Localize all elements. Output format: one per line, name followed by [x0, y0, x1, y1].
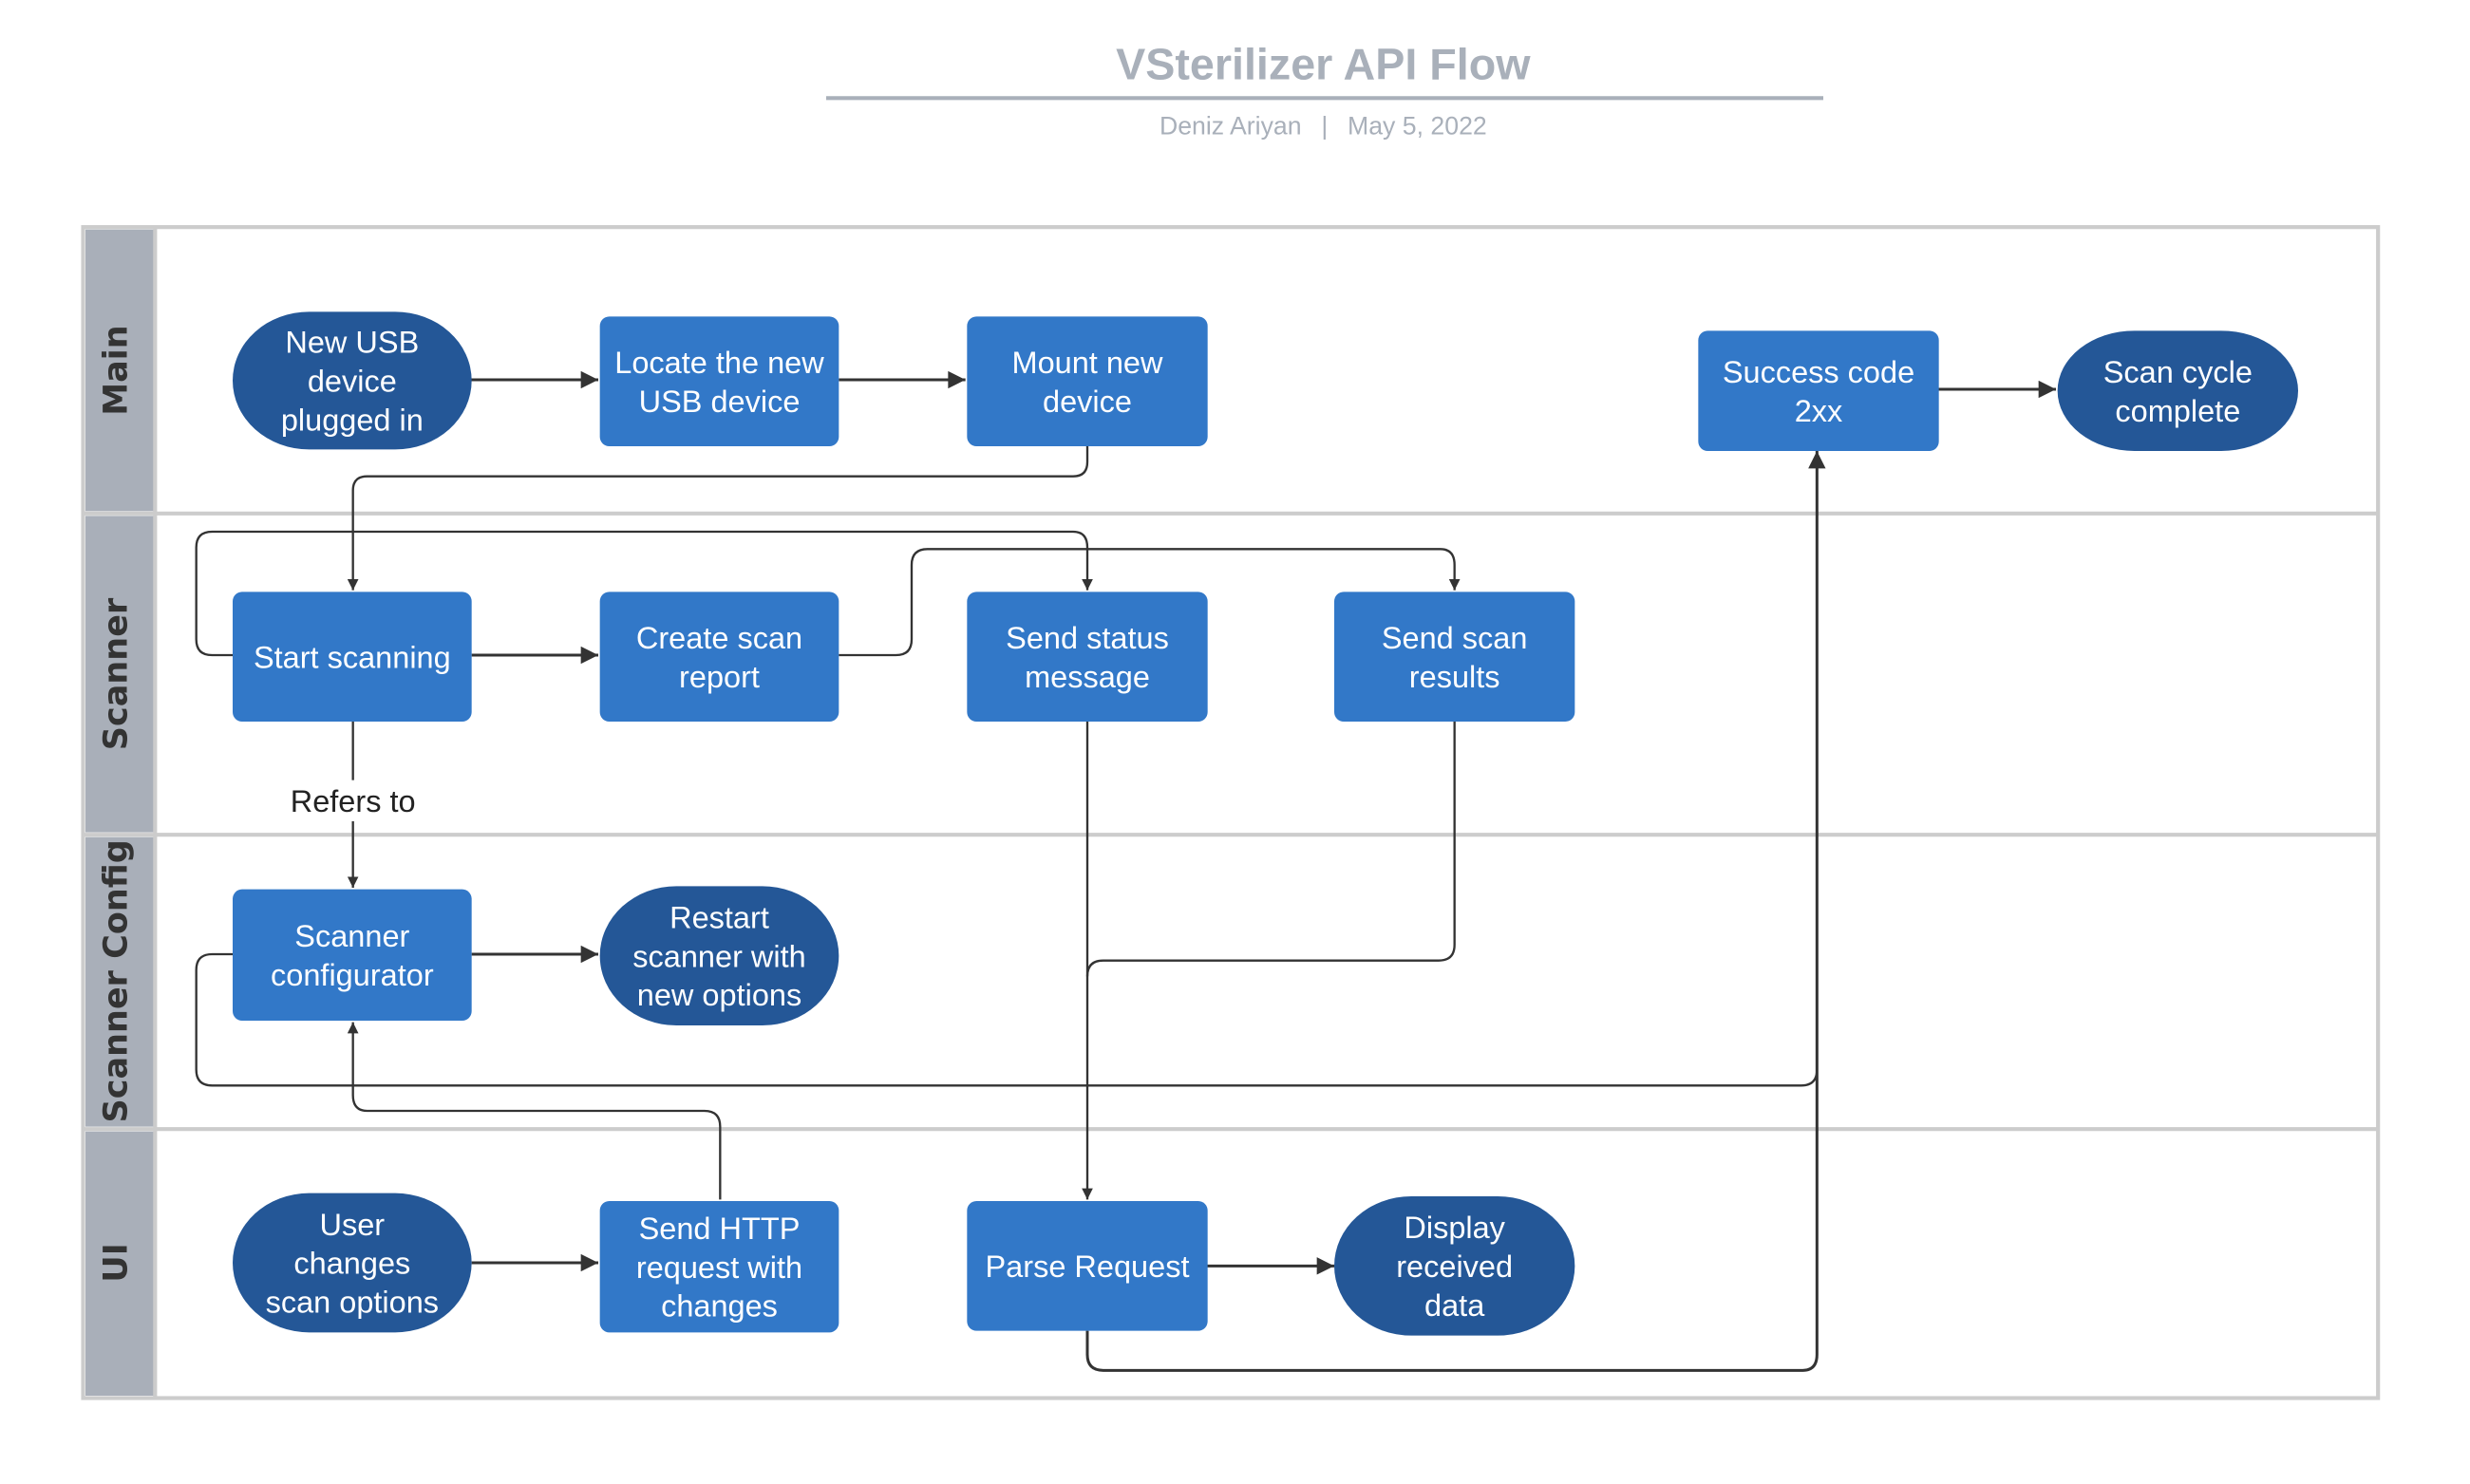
process-shape[interactable]: [233, 889, 472, 1021]
node-label-line: changes: [293, 1247, 410, 1281]
process-shape[interactable]: [1334, 592, 1575, 722]
node-label-line: Restart: [669, 901, 769, 935]
process-shape[interactable]: [599, 316, 839, 446]
edge-send-http-to-configurator[interactable]: [347, 1022, 722, 1200]
node-label-line: Create scan: [636, 621, 802, 655]
node-label-line: scan options: [266, 1286, 439, 1320]
node-label-line: received: [1396, 1249, 1513, 1284]
node-restart-scanner[interactable]: Restart scanner with new options: [599, 886, 839, 1025]
node-display-data[interactable]: Display received data: [1334, 1196, 1575, 1336]
lane-label-scanner: Scanner: [97, 597, 135, 750]
node-send-status[interactable]: Send status message: [967, 592, 1208, 722]
node-label-line: configurator: [271, 958, 434, 992]
node-start-scanning[interactable]: Start scanning: [233, 592, 472, 722]
node-label-line: report: [679, 660, 760, 694]
node-label-line: USB device: [639, 385, 801, 419]
node-label-line: Send scan: [1382, 621, 1528, 655]
node-scanner-configurator[interactable]: Scanner configurator: [233, 889, 472, 1021]
node-label-line: results: [1409, 660, 1500, 694]
node-label-line: changes: [661, 1289, 778, 1324]
lane-label-ui: UI: [97, 1243, 135, 1282]
process-shape[interactable]: [1698, 330, 1939, 451]
node-label-line: plugged in: [281, 403, 424, 437]
lane-label-main: Main: [97, 325, 135, 415]
node-user-changes[interactable]: User changes scan options: [233, 1193, 472, 1333]
flow-nodes: New USB device plugged in Locate the new USB…: [233, 311, 2298, 1336]
node-label-line: Send HTTP: [639, 1212, 801, 1246]
terminal-shape[interactable]: [2057, 330, 2298, 451]
author: Deniz Ariyan: [1160, 112, 1302, 141]
process-shape[interactable]: [967, 316, 1208, 446]
node-label-line: Success code: [1723, 355, 1914, 389]
lane-label-scanner-config: Scanner Config: [97, 839, 135, 1122]
node-label-line: Parse Request: [986, 1249, 1190, 1284]
node-label-line: Scan cycle: [2103, 355, 2253, 389]
node-send-results[interactable]: Send scan results: [1334, 592, 1575, 722]
process-shape[interactable]: [967, 592, 1208, 722]
node-send-http[interactable]: Send HTTP request with changes: [599, 1201, 839, 1333]
date: May 5, 2022: [1348, 112, 1487, 141]
node-label-line: complete: [2115, 394, 2240, 428]
node-label-line: device: [308, 365, 397, 399]
edge-label-refers-to: Refers to: [291, 784, 416, 818]
node-label-line: scanner with: [632, 939, 805, 973]
node-success-code[interactable]: Success code 2xx: [1698, 330, 1939, 451]
node-locate-usb[interactable]: Locate the new USB device: [599, 316, 839, 446]
node-label-line: device: [1043, 385, 1132, 419]
byline-separator: |: [1321, 112, 1328, 141]
node-label-line: Locate the new: [614, 346, 824, 380]
node-create-report[interactable]: Create scan report: [599, 592, 839, 722]
node-label-line: message: [1025, 660, 1150, 694]
node-label-line: 2xx: [1795, 394, 1843, 428]
node-label-line: Display: [1404, 1211, 1505, 1245]
edge-mount-to-start-scanning[interactable]: [347, 446, 1089, 591]
edge-send-results-to-parse[interactable]: [1085, 722, 1456, 977]
node-parse-request[interactable]: Parse Request: [967, 1201, 1208, 1331]
node-new-usb[interactable]: New USB device plugged in: [233, 311, 472, 450]
process-shape[interactable]: [599, 592, 839, 722]
node-mount-device[interactable]: Mount new device: [967, 316, 1208, 446]
node-label-line: request with: [636, 1250, 802, 1285]
node-label-line: new options: [637, 978, 801, 1012]
swimlane-diagram: VSterilizer API Flow Deniz Ariyan | May …: [81, 39, 2381, 1400]
node-label-line: Mount new: [1012, 346, 1164, 380]
node-scan-complete[interactable]: Scan cycle complete: [2057, 330, 2298, 451]
node-label-line: Start scanning: [254, 640, 451, 674]
node-label-line: Send status: [1006, 621, 1169, 655]
node-label-line: Scanner: [294, 919, 409, 953]
document-header: VSterilizer API Flow Deniz Ariyan | May …: [826, 39, 1824, 141]
node-label-line: data: [1424, 1288, 1485, 1323]
document-byline: Deniz Ariyan | May 5, 2022: [1160, 112, 1487, 141]
node-label-line: User: [320, 1208, 386, 1242]
document-title: VSterilizer API Flow: [1116, 39, 1531, 88]
node-label-line: New USB: [285, 326, 419, 360]
